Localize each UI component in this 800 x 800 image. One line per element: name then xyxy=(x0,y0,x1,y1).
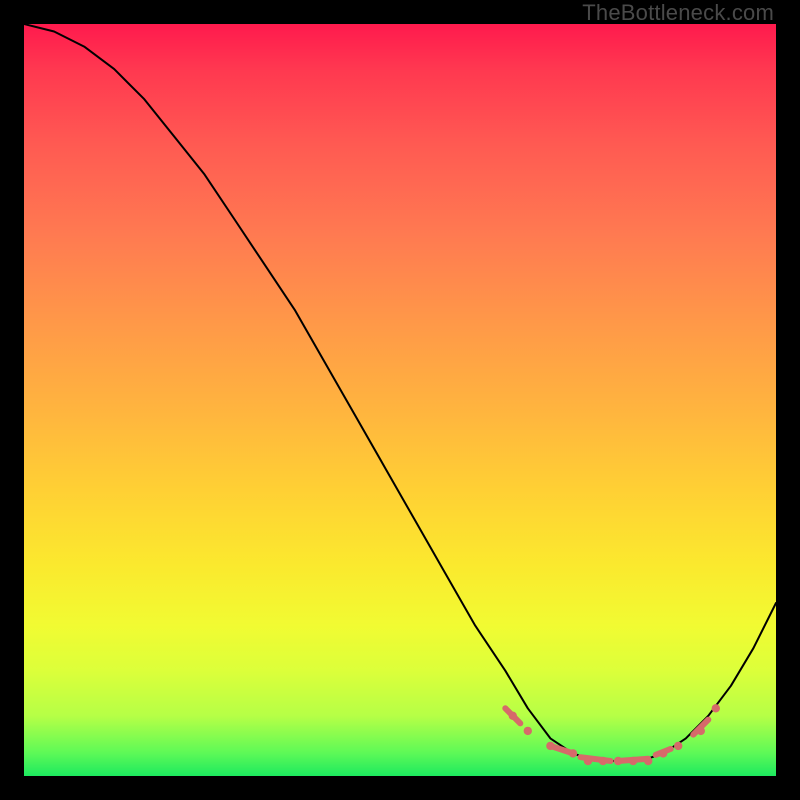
highlight-dot xyxy=(712,704,720,712)
bottleneck-curve xyxy=(24,24,776,761)
highlight-dot xyxy=(659,749,667,757)
chart-svg xyxy=(24,24,776,776)
highlight-dot xyxy=(546,742,554,750)
highlight-dot xyxy=(599,757,607,765)
highlight-dot xyxy=(584,757,592,765)
highlight-dot xyxy=(569,749,577,757)
chart-frame: TheBottleneck.com xyxy=(0,0,800,800)
highlight-dot xyxy=(697,727,705,735)
highlight-dot xyxy=(629,757,637,765)
highlight-dashes xyxy=(505,708,708,761)
plot-area xyxy=(24,24,776,776)
highlight-dot xyxy=(674,742,682,750)
highlight-dot xyxy=(644,757,652,765)
highlight-dot xyxy=(524,727,532,735)
watermark-text: TheBottleneck.com xyxy=(582,0,774,26)
highlight-dot xyxy=(509,712,517,720)
highlight-dot xyxy=(614,757,622,765)
